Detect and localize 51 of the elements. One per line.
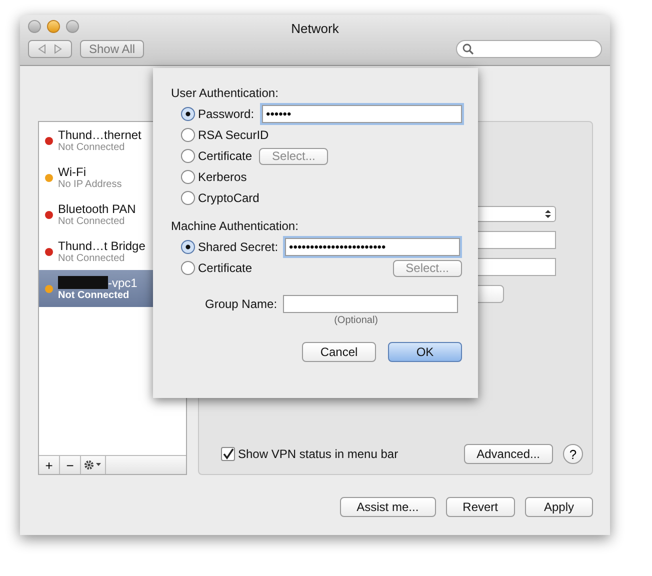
forward-icon[interactable] (52, 44, 64, 54)
section-heading: Machine Authentication: (171, 219, 300, 233)
zoom-icon[interactable] (66, 20, 79, 33)
service-status: Not Connected (58, 253, 126, 264)
option-label: Certificate (198, 149, 252, 163)
navigation-buttons[interactable] (28, 40, 72, 58)
radio-button[interactable] (181, 128, 195, 142)
option-label: RSA SecurID (198, 128, 269, 142)
radio-button[interactable] (181, 191, 195, 205)
service-status: No IP Address (58, 179, 122, 190)
option-label: CryptoCard (198, 191, 260, 205)
footer-button[interactable]: Assist me... (340, 497, 436, 517)
updown-arrows-icon (545, 209, 551, 219)
radio-button[interactable] (181, 170, 195, 184)
help-button[interactable]: ? (563, 444, 583, 464)
group-name-label: Group Name: (205, 297, 278, 311)
service-name: Bluetooth PAN (58, 202, 136, 216)
gear-icon (83, 459, 103, 471)
service-status: Not Connected (58, 216, 126, 227)
section-heading: User Authentication: (171, 86, 280, 100)
search-field[interactable] (456, 40, 602, 58)
option-label: Shared Secret: (198, 240, 278, 254)
radio-button[interactable] (181, 240, 195, 254)
secret-field[interactable]: •••••• (262, 105, 462, 123)
service-name: Thund…t Bridge (58, 239, 146, 253)
footer-button[interactable]: Revert (446, 497, 515, 517)
back-icon[interactable] (36, 44, 48, 54)
minimize-icon[interactable] (47, 20, 60, 33)
service-name: -vpc1 (108, 276, 138, 290)
checkbox[interactable] (221, 447, 235, 461)
list-control-button[interactable]: + (39, 456, 60, 474)
dialog-button[interactable]: OK (388, 342, 462, 362)
footer-button[interactable]: Apply (525, 497, 593, 517)
service-status: Not Connected (58, 290, 130, 301)
service-name: Wi-Fi (58, 165, 86, 179)
window-title: Network (290, 21, 340, 36)
show-all-button[interactable]: Show All (80, 40, 144, 58)
close-icon[interactable] (28, 20, 41, 33)
option-label: Certificate (198, 261, 252, 275)
group-name-field[interactable] (283, 295, 458, 313)
secret-field[interactable]: ••••••••••••••••••••••• (285, 238, 460, 256)
service-status: Not Connected (58, 142, 126, 153)
list-control-button[interactable]: − (60, 456, 81, 474)
search-icon (462, 43, 474, 55)
option-label: Password: (198, 107, 254, 121)
service-name: Thund…thernet (58, 128, 142, 142)
optional-hint: (Optional) (333, 315, 379, 326)
advanced-button[interactable]: Advanced... (464, 444, 553, 464)
dialog-button[interactable]: Cancel (302, 342, 376, 362)
option-label: Kerberos (198, 170, 247, 184)
radio-button[interactable] (181, 107, 195, 121)
